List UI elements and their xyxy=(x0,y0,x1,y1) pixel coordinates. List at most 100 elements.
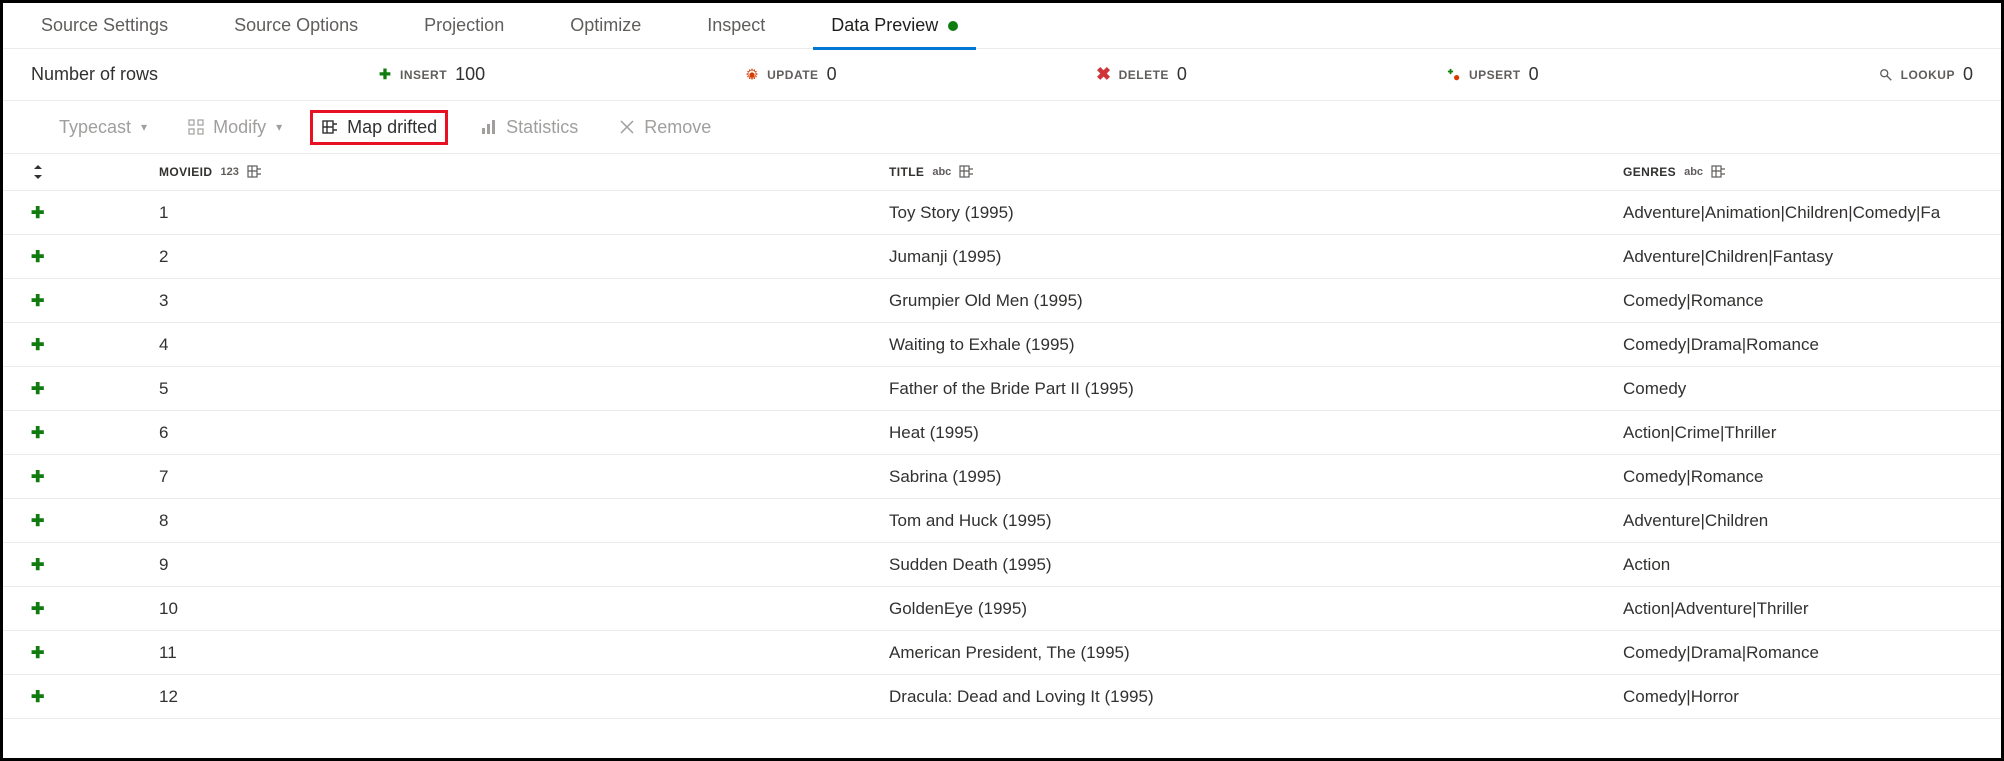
tabs-bar: Source Settings Source Options Projectio… xyxy=(3,3,2001,49)
map-drifted-button[interactable]: Map drifted xyxy=(310,110,448,145)
cell-genres: Comedy|Drama|Romance xyxy=(1623,335,1973,355)
row-insert-icon: ✚ xyxy=(31,203,159,223)
cell-movieid: 7 xyxy=(159,467,889,487)
cell-genres: Action xyxy=(1623,555,1973,575)
row-insert-icon: ✚ xyxy=(31,335,159,355)
row-insert-icon: ✚ xyxy=(31,379,159,399)
cell-title: Father of the Bride Part II (1995) xyxy=(889,379,1623,399)
grid-toolbar: Typecast▾ Modify▾ Map drifted Statistics… xyxy=(3,101,2001,153)
cell-title: Sabrina (1995) xyxy=(889,467,1623,487)
stats-row: Number of rows ✚ INSERT 100 UPDATE 0 ✖ D… xyxy=(3,49,2001,101)
cell-movieid: 6 xyxy=(159,423,889,443)
cell-movieid: 5 xyxy=(159,379,889,399)
cell-title: Tom and Huck (1995) xyxy=(889,511,1623,531)
chevron-down-icon: ▾ xyxy=(276,120,282,134)
remove-button[interactable]: Remove xyxy=(610,113,719,142)
table-row[interactable]: ✚2Jumanji (1995)Adventure|Children|Fanta… xyxy=(3,235,2001,279)
cell-title: Waiting to Exhale (1995) xyxy=(889,335,1623,355)
typecast-button[interactable]: Typecast▾ xyxy=(51,113,155,142)
statistics-icon xyxy=(480,118,498,136)
tab-inspect[interactable]: Inspect xyxy=(689,3,783,49)
stat-update: UPDATE 0 xyxy=(745,64,836,85)
cell-genres: Adventure|Children|Fantasy xyxy=(1623,247,1973,267)
row-insert-icon: ✚ xyxy=(31,247,159,267)
cell-movieid: 12 xyxy=(159,687,889,707)
cell-movieid: 8 xyxy=(159,511,889,531)
cell-title: Sudden Death (1995) xyxy=(889,555,1623,575)
table-row[interactable]: ✚4Waiting to Exhale (1995)Comedy|Drama|R… xyxy=(3,323,2001,367)
table-row[interactable]: ✚8Tom and Huck (1995)Adventure|Children xyxy=(3,499,2001,543)
table-row[interactable]: ✚9Sudden Death (1995)Action xyxy=(3,543,2001,587)
tab-data-preview[interactable]: Data Preview xyxy=(813,3,976,49)
remove-icon xyxy=(618,118,636,136)
col-header-genres[interactable]: GENRES abc xyxy=(1623,164,1973,180)
tab-optimize[interactable]: Optimize xyxy=(552,3,659,49)
plus-icon: ✚ xyxy=(378,68,392,82)
cell-genres: Action|Crime|Thriller xyxy=(1623,423,1973,443)
table-row[interactable]: ✚7Sabrina (1995)Comedy|Romance xyxy=(3,455,2001,499)
type-string-badge: abc xyxy=(932,166,951,178)
row-insert-icon: ✚ xyxy=(31,291,159,311)
cell-movieid: 1 xyxy=(159,203,889,223)
x-icon: ✖ xyxy=(1097,68,1111,82)
cell-genres: Comedy xyxy=(1623,379,1973,399)
cell-movieid: 10 xyxy=(159,599,889,619)
cell-genres: Comedy|Drama|Romance xyxy=(1623,643,1973,663)
cell-title: GoldenEye (1995) xyxy=(889,599,1623,619)
modify-button[interactable]: Modify▾ xyxy=(179,113,290,142)
cell-genres: Adventure|Animation|Children|Comedy|Fa xyxy=(1623,203,1973,223)
sort-icon[interactable] xyxy=(31,165,45,179)
table-row[interactable]: ✚10GoldenEye (1995)Action|Adventure|Thri… xyxy=(3,587,2001,631)
stat-lookup: LOOKUP 0 xyxy=(1879,64,1973,85)
cell-genres: Comedy|Horror xyxy=(1623,687,1973,707)
table-row[interactable]: ✚11American President, The (1995)Comedy|… xyxy=(3,631,2001,675)
type-string-badge: abc xyxy=(1684,166,1703,178)
cell-genres: Action|Adventure|Thriller xyxy=(1623,599,1973,619)
cell-genres: Comedy|Romance xyxy=(1623,467,1973,487)
row-count-label: Number of rows xyxy=(31,64,158,85)
stat-insert: ✚ INSERT 100 xyxy=(378,64,485,85)
tab-source-options[interactable]: Source Options xyxy=(216,3,376,49)
statistics-button[interactable]: Statistics xyxy=(472,113,586,142)
drift-icon xyxy=(959,164,975,180)
row-insert-icon: ✚ xyxy=(31,599,159,619)
table-row[interactable]: ✚3Grumpier Old Men (1995)Comedy|Romance xyxy=(3,279,2001,323)
data-grid: MOVIEID 123 TITLE abc GENRES abc ✚1Toy S… xyxy=(3,153,2001,719)
stat-delete: ✖ DELETE 0 xyxy=(1097,64,1187,85)
cell-movieid: 3 xyxy=(159,291,889,311)
cell-title: Dracula: Dead and Loving It (1995) xyxy=(889,687,1623,707)
col-header-title[interactable]: TITLE abc xyxy=(889,164,1623,180)
grid-header: MOVIEID 123 TITLE abc GENRES abc xyxy=(3,153,2001,191)
table-row[interactable]: ✚6Heat (1995)Action|Crime|Thriller xyxy=(3,411,2001,455)
row-insert-icon: ✚ xyxy=(31,643,159,663)
cell-title: Jumanji (1995) xyxy=(889,247,1623,267)
cell-title: American President, The (1995) xyxy=(889,643,1623,663)
cell-movieid: 9 xyxy=(159,555,889,575)
drift-icon xyxy=(1711,164,1727,180)
row-insert-icon: ✚ xyxy=(31,423,159,443)
cell-title: Grumpier Old Men (1995) xyxy=(889,291,1623,311)
row-insert-icon: ✚ xyxy=(31,467,159,487)
status-dot-icon xyxy=(948,21,958,31)
col-header-movieid[interactable]: MOVIEID 123 xyxy=(159,164,889,180)
cell-title: Toy Story (1995) xyxy=(889,203,1623,223)
row-insert-icon: ✚ xyxy=(31,687,159,707)
table-row[interactable]: ✚1Toy Story (1995)Adventure|Animation|Ch… xyxy=(3,191,2001,235)
type-number-badge: 123 xyxy=(220,166,238,178)
stat-upsert: UPSERT 0 xyxy=(1447,64,1539,85)
search-icon xyxy=(1879,68,1893,82)
tab-projection[interactable]: Projection xyxy=(406,3,522,49)
cell-genres: Comedy|Romance xyxy=(1623,291,1973,311)
cell-movieid: 2 xyxy=(159,247,889,267)
drift-icon xyxy=(247,164,263,180)
row-insert-icon: ✚ xyxy=(31,511,159,531)
row-insert-icon: ✚ xyxy=(31,555,159,575)
table-row[interactable]: ✚5Father of the Bride Part II (1995)Come… xyxy=(3,367,2001,411)
tab-source-settings[interactable]: Source Settings xyxy=(23,3,186,49)
upsert-icon xyxy=(1447,68,1461,82)
cell-title: Heat (1995) xyxy=(889,423,1623,443)
table-row[interactable]: ✚12Dracula: Dead and Loving It (1995)Com… xyxy=(3,675,2001,719)
cell-movieid: 4 xyxy=(159,335,889,355)
modify-icon xyxy=(187,118,205,136)
cell-movieid: 11 xyxy=(159,643,889,663)
